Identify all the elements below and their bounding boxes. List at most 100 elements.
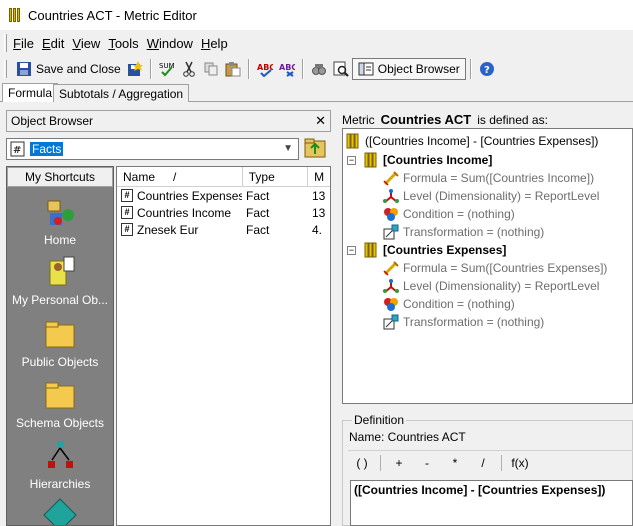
toolbar-separator [469, 59, 472, 79]
transformation-icon [383, 224, 399, 240]
tab-formula[interactable]: Formula [2, 83, 59, 102]
menu-help[interactable]: Help [201, 36, 228, 51]
formula-icon [383, 170, 399, 186]
object-browser-button[interactable]: Object Browser [351, 58, 466, 80]
up-one-level-button[interactable] [304, 136, 328, 160]
help-button[interactable]: ? [476, 58, 498, 80]
folder-combo[interactable]: # Facts ▼ [6, 138, 299, 160]
operator-bar: ( ) + - * / f(x) [348, 450, 633, 474]
spell-check-icon: ABC [257, 61, 275, 78]
tree-item-level[interactable]: Level (Dimensionality) = ReportLevel [383, 277, 599, 295]
find-in-browser-button[interactable] [330, 58, 352, 80]
search-document-icon [333, 61, 349, 77]
folder-combo-value: Facts [30, 142, 64, 156]
plus-button[interactable]: + [385, 456, 413, 470]
home-icon [42, 195, 78, 229]
function-button[interactable]: f(x) [506, 456, 534, 470]
formula-icon [383, 260, 399, 276]
list-header: Name / Type M [117, 167, 330, 187]
dimensionality-icon [383, 278, 399, 294]
formula-editor[interactable]: ([Countries Income] - [Countries Expense… [350, 480, 633, 526]
tree-node-countries-income[interactable]: − [Countries Income] [347, 151, 492, 169]
svg-text:SUM: SUM [159, 62, 175, 70]
metric-icon [345, 133, 361, 149]
metric-definition-label: Metric Countries ACT is defined as: [342, 112, 548, 127]
menu-tools[interactable]: Tools [108, 36, 138, 51]
column-header-name[interactable]: Name / [117, 167, 243, 187]
spell-clear-icon: ABC [279, 61, 297, 77]
list-item[interactable]: # Countries Income Fact 13 [117, 204, 330, 221]
transformation-icon [383, 314, 399, 330]
objects-list: Name / Type M # Countries Expenses Fact 1… [116, 166, 331, 526]
tree-item-condition[interactable]: Condition = (nothing) [383, 205, 515, 223]
minus-button[interactable]: - [413, 456, 441, 470]
shortcut-public-objects[interactable]: Public Objects [7, 317, 113, 369]
tree-item-formula[interactable]: Formula = Sum([Countries Expenses]) [383, 259, 607, 277]
save-icon [16, 61, 32, 77]
divide-button[interactable]: / [469, 456, 497, 470]
cut-button[interactable] [178, 58, 200, 80]
shortcut-schema-objects[interactable]: Schema Objects [7, 378, 113, 430]
clear-validation-button[interactable]: ABC [276, 58, 298, 80]
toolbar: Save and Close SUM ABC ABC Object Browse… [0, 56, 633, 82]
shortcuts-bar: My Shortcuts Home My Personal Ob... Publ… [6, 166, 114, 526]
multiply-button[interactable]: * [441, 456, 469, 470]
menu-file[interactable]: File [13, 36, 34, 51]
menu-grip [4, 34, 7, 52]
save-icon-button[interactable] [124, 58, 146, 80]
object-browser-icon [358, 61, 374, 77]
tree-node-countries-expenses[interactable]: − [Countries Expenses] [347, 241, 506, 259]
parentheses-button[interactable]: ( ) [348, 456, 376, 470]
menu-window[interactable]: Window [147, 36, 193, 51]
object-browser-panel: Object Browser ✕ # Facts ▼ My Shortcuts … [6, 110, 331, 526]
svg-text:#: # [13, 145, 21, 156]
definition-legend: Definition [352, 413, 407, 427]
tree-item-transformation[interactable]: Transformation = (nothing) [383, 223, 544, 241]
tree-item-level[interactable]: Level (Dimensionality) = ReportLevel [383, 187, 599, 205]
paste-button[interactable] [222, 58, 244, 80]
sum-check-icon: SUM [159, 61, 175, 77]
condition-icon [383, 206, 399, 222]
paste-icon [225, 61, 241, 77]
shortcut-my-personal-objects[interactable]: My Personal Ob... [7, 255, 113, 307]
menu-view[interactable]: View [72, 36, 100, 51]
facts-folder-icon: # [10, 141, 26, 157]
tree-item-formula[interactable]: Formula = Sum([Countries Income]) [383, 169, 594, 187]
metric-icon [363, 242, 379, 258]
collapse-icon[interactable]: − [347, 245, 356, 255]
personal-objects-icon [42, 255, 78, 289]
chevron-down-icon[interactable]: ▼ [283, 143, 293, 154]
metric-editor-app-icon [9, 8, 21, 22]
tree-item-condition[interactable]: Condition = (nothing) [383, 295, 515, 313]
find-button[interactable] [308, 58, 330, 80]
tree-root[interactable]: ([Countries Income] - [Countries Expense… [345, 132, 598, 150]
validate-button[interactable]: ABC [254, 58, 276, 80]
sum-button[interactable]: SUM [156, 58, 178, 80]
metric-tree: ([Countries Income] - [Countries Expense… [342, 128, 633, 404]
window-title: Countries ACT - Metric Editor [28, 7, 197, 23]
svg-text:?: ? [484, 65, 490, 76]
title-bar: Countries ACT - Metric Editor [0, 0, 633, 30]
hierarchy-icon [42, 439, 78, 473]
my-shortcuts-header[interactable]: My Shortcuts [7, 167, 113, 187]
shortcut-home[interactable]: Home [7, 195, 113, 247]
collapse-icon[interactable]: − [347, 155, 356, 165]
tab-subtotals-aggregation[interactable]: Subtotals / Aggregation [53, 84, 190, 102]
folder-icon [42, 317, 78, 351]
menu-edit[interactable]: Edit [42, 36, 64, 51]
close-icon[interactable]: ✕ [315, 113, 326, 129]
toolbar-separator [301, 59, 304, 79]
metric-icon [363, 152, 379, 168]
column-header-type[interactable]: Type [243, 167, 309, 187]
fact-icon: # [121, 189, 133, 202]
tree-item-transformation[interactable]: Transformation = (nothing) [383, 313, 544, 331]
shortcut-more[interactable] [7, 497, 113, 525]
save-and-close-button[interactable]: Save and Close [13, 58, 124, 80]
toolbar-separator [247, 59, 250, 79]
list-item[interactable]: # Znesek Eur Fact 4. [117, 221, 330, 238]
svg-text:ABC: ABC [279, 63, 295, 72]
column-header-m[interactable]: M [308, 167, 330, 187]
list-item[interactable]: # Countries Expenses Fact 13 [117, 187, 330, 204]
copy-button[interactable] [200, 58, 222, 80]
shortcut-hierarchies[interactable]: Hierarchies [7, 439, 113, 491]
